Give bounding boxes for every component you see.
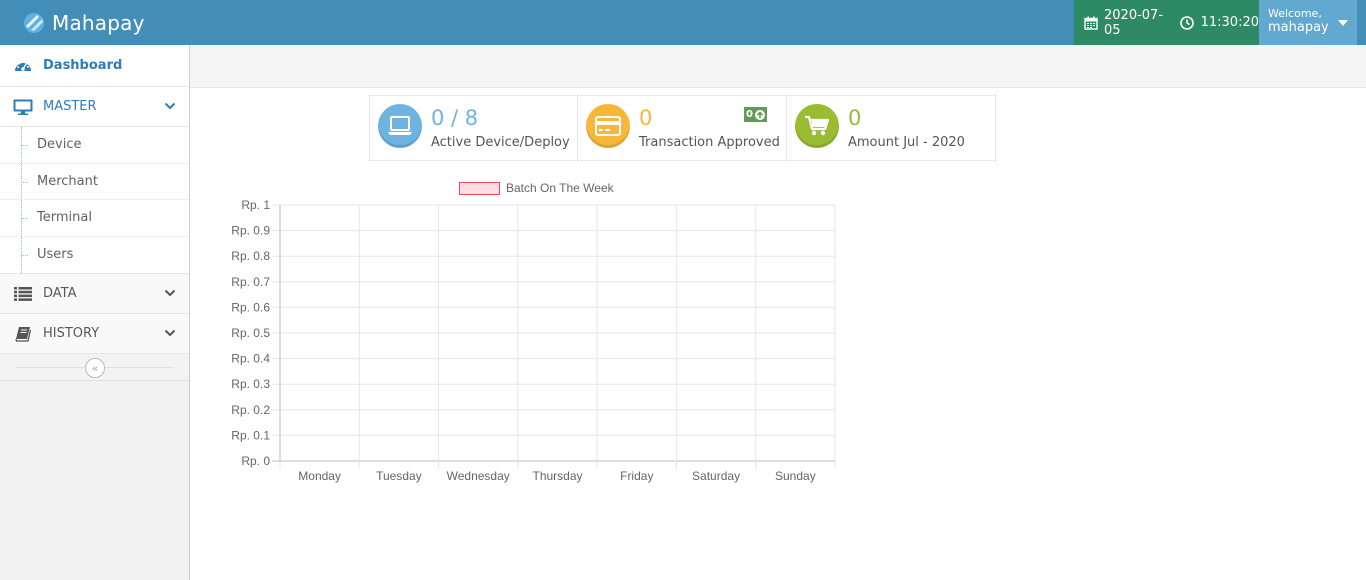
navbar: Mahapay 2020-07-05 11:30:20 Welcome, mah… (0, 0, 1366, 45)
sidebar-item-data[interactable]: DATA (0, 274, 189, 314)
x-tick-label: Tuesday (376, 469, 422, 483)
legend-label: Batch On The Week (506, 181, 615, 195)
y-tick-label: Rp. 0 (241, 454, 270, 468)
sidebar-item-terminal[interactable]: Terminal (0, 200, 189, 237)
legend-swatch (459, 182, 500, 195)
arrow-up-circle-icon (754, 109, 765, 120)
infobox-transaction: 0 Transaction Approved 0 (578, 95, 787, 161)
credit-card-icon (586, 104, 630, 148)
caret-down-icon (1338, 20, 1348, 26)
date-text: 2020-07-05 (1104, 7, 1164, 38)
x-tick-label: Thursday (532, 469, 582, 483)
sidebar-item-label: Terminal (37, 210, 92, 226)
x-tick-label: Saturday (692, 469, 740, 483)
sidebar-item-label: Users (37, 247, 74, 263)
sidebar-item-merchant[interactable]: Merchant (0, 163, 189, 200)
infobox-active-device: 0 / 8 Active Device/Deploy (369, 95, 578, 161)
sidebar-collapse: « (0, 354, 189, 381)
x-tick-label: Wednesday (447, 469, 510, 483)
shopping-cart-icon (795, 104, 839, 148)
user-menu[interactable]: Welcome, mahapay (1259, 0, 1357, 45)
double-angle-left-icon[interactable]: « (85, 358, 105, 378)
laptop-icon (378, 104, 422, 148)
x-tick-label: Friday (620, 469, 653, 483)
list-icon (13, 286, 33, 301)
master-submenu: Device Merchant Terminal Users (0, 127, 189, 274)
batch-week-chart: Batch On The Week Rp. 1 Rp. 0.9 Rp. 0.8 Rp. … (231, 181, 836, 483)
y-tick-label: Rp. 1 (241, 198, 270, 212)
transaction-badge: 0 (744, 107, 767, 122)
welcome-text: Welcome, (1268, 7, 1322, 20)
sidebar-item-label: HISTORY (43, 326, 100, 341)
main-content: 0 / 8 Active Device/Deploy 0 Transaction… (190, 45, 1366, 580)
sidebar-item-history[interactable]: HISTORY (0, 314, 189, 354)
x-tick-label: Sunday (775, 469, 816, 483)
y-tick-label: Rp. 0.7 (231, 275, 270, 289)
mahapay-logo-icon (24, 12, 44, 33)
chevron-down-icon (164, 102, 176, 110)
sidebar: Dashboard MASTER Device Merchant Termina… (0, 45, 200, 580)
desktop-icon (13, 99, 33, 115)
sidebar-item-label: DATA (43, 286, 77, 301)
brand-name: Mahapay (52, 10, 145, 35)
sidebar-item-master[interactable]: MASTER (0, 87, 189, 127)
sidebar-item-label: Device (37, 137, 82, 153)
tachometer-icon (13, 58, 33, 73)
sidebar-item-label: Merchant (37, 173, 98, 189)
sidebar-item-device[interactable]: Device (0, 127, 189, 164)
time-text: 11:30:20 (1200, 15, 1259, 30)
y-tick-label: Rp. 0.2 (231, 403, 270, 417)
badge-value: 0 (746, 109, 753, 120)
calendar-icon (1084, 16, 1098, 30)
chevron-down-icon (164, 289, 176, 297)
x-tick-label: Monday (298, 469, 341, 483)
brand-logo[interactable]: Mahapay (22, 0, 145, 45)
chevron-down-icon (164, 329, 176, 337)
amount-label: Amount Jul - 2020 (848, 135, 965, 150)
sidebar-item-dashboard[interactable]: Dashboard (0, 45, 200, 87)
y-tick-label: Rp. 0.1 (231, 428, 270, 442)
breadcrumbs-bar (190, 45, 1366, 88)
navbar-edge (1357, 0, 1366, 45)
y-tick-label: Rp. 0.9 (231, 224, 270, 238)
y-tick-label: Rp. 0.6 (231, 300, 270, 314)
amount-value: 0 (848, 106, 862, 130)
y-tick-label: Rp. 0.8 (231, 249, 270, 263)
sidebar-item-label: Dashboard (43, 58, 123, 73)
clock-icon (1179, 15, 1194, 30)
active-device-value: 0 / 8 (431, 106, 479, 130)
y-tick-label: Rp. 0.3 (231, 377, 270, 391)
sidebar-item-users[interactable]: Users (0, 236, 189, 274)
infobox-amount: 0 Amount Jul - 2020 (787, 95, 996, 161)
active-device-label: Active Device/Deploy (431, 135, 570, 150)
datetime-display: 2020-07-05 11:30:20 (1074, 0, 1259, 45)
y-tick-label: Rp. 0.5 (231, 326, 270, 340)
book-icon (13, 326, 33, 342)
y-tick-label: Rp. 0.4 (231, 352, 270, 366)
infobox-container: 0 / 8 Active Device/Deploy 0 Transaction… (369, 95, 997, 161)
transaction-value: 0 (639, 106, 653, 130)
sidebar-item-label: MASTER (43, 99, 97, 114)
transaction-label: Transaction Approved (639, 135, 780, 150)
